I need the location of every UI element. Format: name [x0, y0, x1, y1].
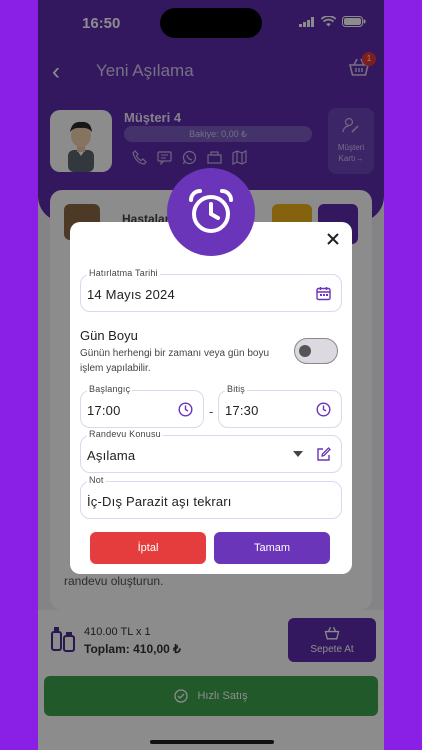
all-day-description: Günün herhengi bir zamanı veya gün boyu …	[80, 348, 270, 374]
clock-icon[interactable]	[178, 402, 193, 417]
chevron-down-icon[interactable]	[293, 451, 303, 457]
phone-screen: 16:50 ‹ Yeni Aşılama 1 Müşteri 4 Bakiye:…	[38, 0, 384, 750]
end-time-field[interactable]: Bitiş 17:30	[218, 384, 342, 428]
subject-select[interactable]: Randevu Konusu Aşılama	[80, 429, 342, 473]
close-icon[interactable]	[324, 230, 342, 248]
alarm-clock-icon	[189, 189, 233, 233]
start-time-field[interactable]: Başlangıç 17:00	[80, 384, 204, 428]
reminder-date-value: 14 Mayıs 2024	[87, 287, 175, 302]
note-value: İç-Dış Parazit aşı tekrarı	[87, 494, 232, 509]
end-time-value: 17:30	[225, 403, 259, 418]
edit-icon[interactable]	[316, 447, 331, 462]
subject-label: Randevu Konusu	[87, 429, 163, 439]
end-time-label: Bitiş	[225, 384, 248, 394]
reminder-date-field[interactable]: Hatırlatma Tarihi 14 Mayıs 2024	[80, 268, 342, 312]
reminder-dialog: Hatırlatma Tarihi 14 Mayıs 2024 Gün Boyu…	[70, 222, 352, 574]
start-time-value: 17:00	[87, 403, 121, 418]
time-separator: -	[209, 404, 214, 419]
calendar-icon[interactable]	[316, 286, 331, 301]
subject-value: Aşılama	[87, 448, 136, 463]
clock-icon[interactable]	[316, 402, 331, 417]
note-label: Not	[87, 475, 106, 485]
all-day-title: Gün Boyu	[80, 328, 138, 343]
alarm-clock-icon-badge	[167, 168, 255, 256]
toggle-knob	[299, 345, 311, 357]
start-time-label: Başlangıç	[87, 384, 133, 394]
note-field[interactable]: Not İç-Dış Parazit aşı tekrarı	[80, 475, 342, 519]
ok-button[interactable]: Tamam	[214, 532, 330, 564]
all-day-toggle[interactable]	[294, 338, 338, 364]
reminder-date-label: Hatırlatma Tarihi	[87, 268, 160, 278]
cancel-button[interactable]: İptal	[90, 532, 206, 564]
